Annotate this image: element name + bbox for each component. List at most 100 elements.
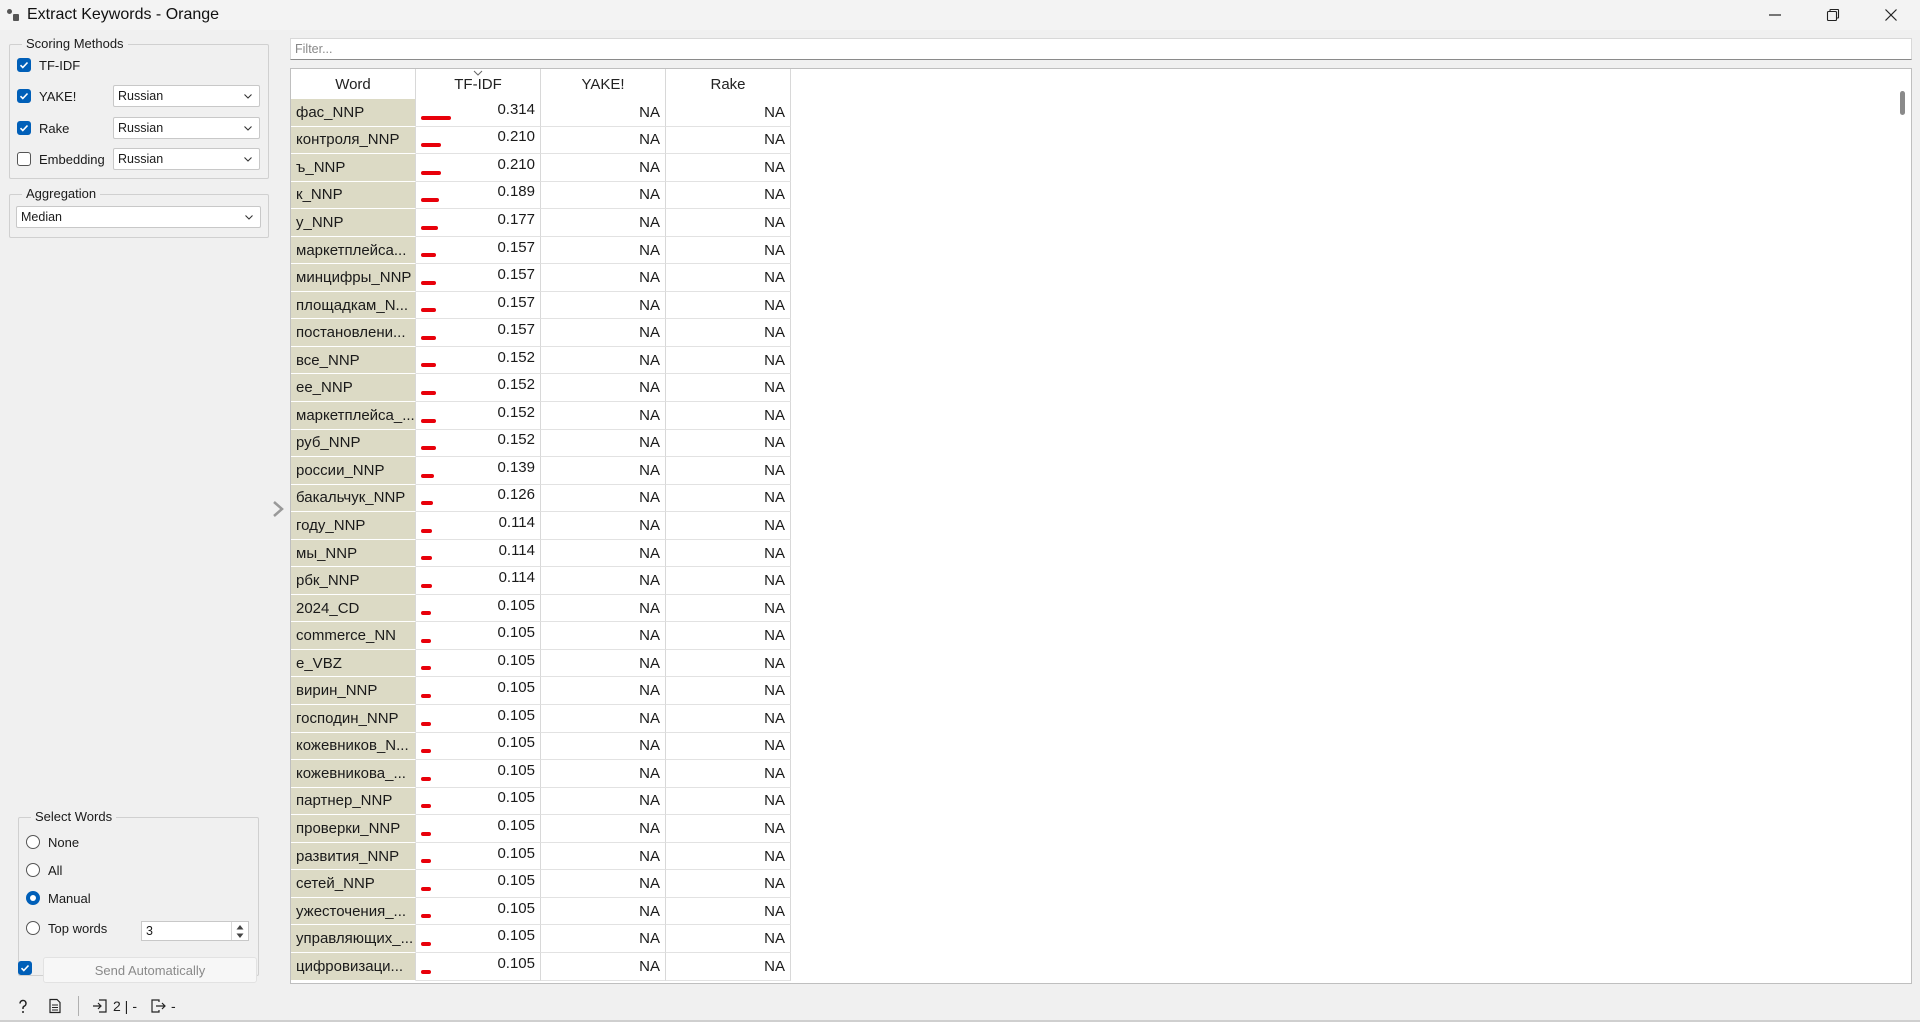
tfidf-cell[interactable]: 0.105 [416, 787, 541, 816]
embedding-option[interactable]: Embedding [17, 147, 105, 171]
tfidf-cell[interactable]: 0.157 [416, 319, 541, 347]
rake-cell[interactable]: NA [666, 429, 791, 458]
tfidf-option[interactable]: TF-IDF [17, 53, 80, 77]
header-word[interactable]: Word [291, 69, 416, 99]
rake-cell[interactable]: NA [666, 209, 791, 237]
tfidf-cell[interactable]: 0.105 [416, 622, 541, 650]
rake-option[interactable]: Rake [17, 116, 69, 140]
table-row[interactable]: ее_NNP 0.152 NA NA [291, 374, 791, 403]
tfidf-cell[interactable]: 0.126 [416, 484, 541, 513]
header-rake[interactable]: Rake [666, 69, 791, 99]
rake-cell[interactable]: NA [666, 484, 791, 513]
table-row[interactable]: кожевников_N... 0.105 NA NA [291, 732, 791, 761]
rake-cell[interactable]: NA [666, 99, 791, 127]
header-tfidf[interactable]: TF-IDF [416, 69, 541, 99]
word-cell[interactable]: господин_NNP [291, 705, 416, 733]
word-cell[interactable]: управляющих_... [291, 925, 416, 953]
yake-cell[interactable]: NA [541, 209, 666, 237]
tfidf-cell[interactable]: 0.105 [416, 897, 541, 926]
select-all-option[interactable]: All [26, 858, 62, 882]
rake-cell[interactable]: NA [666, 319, 791, 347]
spin-up-button[interactable] [232, 922, 248, 931]
table-row[interactable]: к_NNP 0.189 NA NA [291, 181, 791, 210]
yake-cell[interactable]: NA [541, 99, 666, 127]
tfidf-cell[interactable]: 0.152 [416, 374, 541, 403]
chevron-right-icon[interactable] [271, 500, 285, 518]
yake-cell[interactable]: NA [541, 842, 666, 871]
word-cell[interactable]: бакальчук_NNP [291, 484, 416, 513]
yake-cell[interactable]: NA [541, 484, 666, 513]
tfidf-cell[interactable]: 0.114 [416, 539, 541, 568]
word-cell[interactable]: цифровизаци... [291, 952, 416, 981]
rake-cell[interactable]: NA [666, 154, 791, 182]
word-cell[interactable]: к_NNP [291, 181, 416, 210]
table-row[interactable]: мы_NNP 0.114 NA NA [291, 539, 791, 568]
rake-cell[interactable]: NA [666, 126, 791, 155]
tfidf-cell[interactable]: 0.105 [416, 815, 541, 843]
filter-input[interactable]: Filter... [290, 38, 1912, 60]
aggregation-select[interactable]: Median [16, 206, 261, 228]
table-row[interactable]: россии_NNP 0.139 NA NA [291, 457, 791, 485]
table-row[interactable]: развития_NNP 0.105 NA NA [291, 842, 791, 871]
rake-cell[interactable]: NA [666, 402, 791, 430]
word-cell[interactable]: фас_NNP [291, 99, 416, 127]
table-row[interactable]: сетей_NNP 0.105 NA NA [291, 870, 791, 898]
table-row[interactable]: вирин_NNP 0.105 NA NA [291, 677, 791, 706]
spin-down-button[interactable] [232, 931, 248, 940]
embedding-checkbox[interactable] [17, 152, 31, 166]
word-cell[interactable]: россии_NNP [291, 457, 416, 485]
tfidf-cell[interactable]: 0.105 [416, 925, 541, 953]
vertical-scrollbar[interactable] [1893, 69, 1911, 983]
yake-cell[interactable]: NA [541, 264, 666, 292]
table-row[interactable]: у_NNP 0.177 NA NA [291, 209, 791, 237]
rake-cell[interactable]: NA [666, 732, 791, 761]
rake-cell[interactable]: NA [666, 236, 791, 265]
rake-cell[interactable]: NA [666, 677, 791, 706]
rake-cell[interactable]: NA [666, 512, 791, 540]
tfidf-cell[interactable]: 0.139 [416, 457, 541, 485]
yake-cell[interactable]: NA [541, 567, 666, 595]
yake-cell[interactable]: NA [541, 319, 666, 347]
yake-cell[interactable]: NA [541, 705, 666, 733]
table-row[interactable]: e_VBZ 0.105 NA NA [291, 649, 791, 678]
tfidf-cell[interactable]: 0.105 [416, 594, 541, 623]
word-cell[interactable]: ее_NNP [291, 374, 416, 403]
scrollbar-thumb[interactable] [1900, 91, 1905, 115]
word-cell[interactable]: рбк_NNP [291, 567, 416, 595]
minimize-button[interactable] [1746, 0, 1804, 30]
select-none-option[interactable]: None [26, 830, 79, 854]
yake-cell[interactable]: NA [541, 374, 666, 403]
tfidf-cell[interactable]: 0.105 [416, 870, 541, 898]
restore-button[interactable] [1804, 0, 1862, 30]
rake-cell[interactable]: NA [666, 567, 791, 595]
rake-cell[interactable]: NA [666, 622, 791, 650]
rake-cell[interactable]: NA [666, 594, 791, 623]
word-cell[interactable]: минцифры_NNP [291, 264, 416, 292]
table-row[interactable]: маркетплейса_... 0.152 NA NA [291, 402, 791, 430]
tfidf-cell[interactable]: 0.157 [416, 264, 541, 292]
table-row[interactable]: фас_NNP 0.314 NA NA [291, 99, 791, 127]
top-words-radio[interactable] [26, 921, 40, 935]
table-row[interactable]: господин_NNP 0.105 NA NA [291, 705, 791, 733]
rake-cell[interactable]: NA [666, 705, 791, 733]
rake-cell[interactable]: NA [666, 870, 791, 898]
table-row[interactable]: партнер_NNP 0.105 NA NA [291, 787, 791, 816]
word-cell[interactable]: развития_NNP [291, 842, 416, 871]
yake-cell[interactable]: NA [541, 429, 666, 458]
tfidf-cell[interactable]: 0.114 [416, 567, 541, 595]
manual-radio[interactable] [26, 891, 40, 905]
rake-cell[interactable]: NA [666, 815, 791, 843]
word-cell[interactable]: постановлени... [291, 319, 416, 347]
word-cell[interactable]: все_NNP [291, 346, 416, 375]
table-row[interactable]: 2024_CD 0.105 NA NA [291, 594, 791, 623]
tfidf-cell[interactable]: 0.152 [416, 346, 541, 375]
yake-cell[interactable]: NA [541, 402, 666, 430]
rake-cell[interactable]: NA [666, 842, 791, 871]
tfidf-cell[interactable]: 0.105 [416, 952, 541, 981]
table-row[interactable]: цифровизаци... 0.105 NA NA [291, 952, 791, 981]
table-row[interactable]: проверки_NNP 0.105 NA NA [291, 815, 791, 843]
table-row[interactable]: году_NNP 0.114 NA NA [291, 512, 791, 540]
send-button[interactable]: Send Automatically [43, 957, 257, 983]
rake-checkbox[interactable] [17, 121, 31, 135]
yake-cell[interactable]: NA [541, 870, 666, 898]
